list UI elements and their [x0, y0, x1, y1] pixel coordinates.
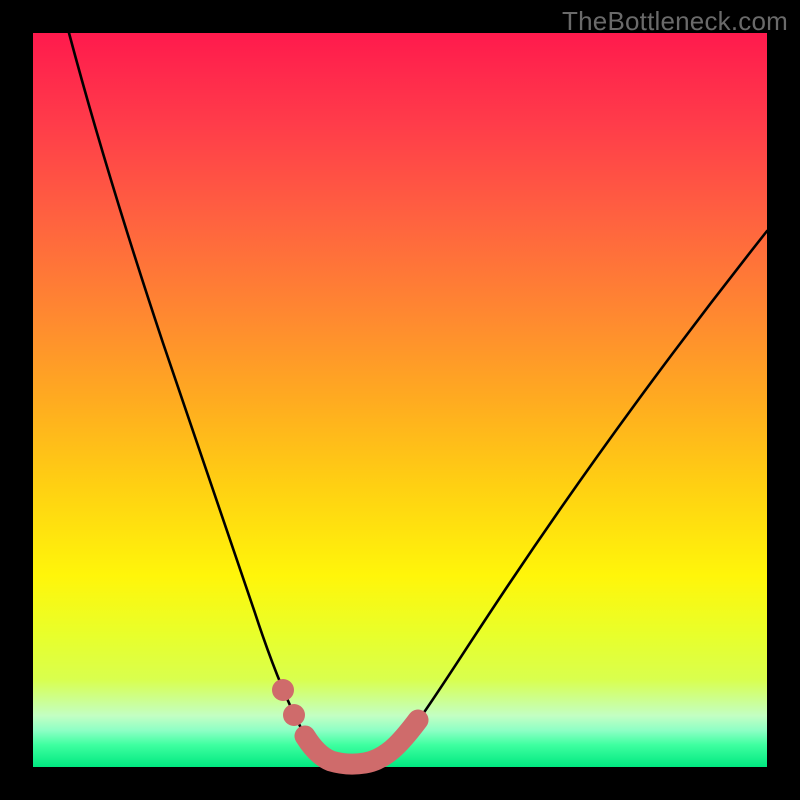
highlight-dot — [272, 679, 294, 701]
chart-svg — [33, 33, 767, 767]
highlight-dot — [283, 704, 305, 726]
chart-frame: TheBottleneck.com — [0, 0, 800, 800]
highlight-optimal-range — [305, 720, 418, 764]
bottleneck-curve — [69, 33, 767, 764]
